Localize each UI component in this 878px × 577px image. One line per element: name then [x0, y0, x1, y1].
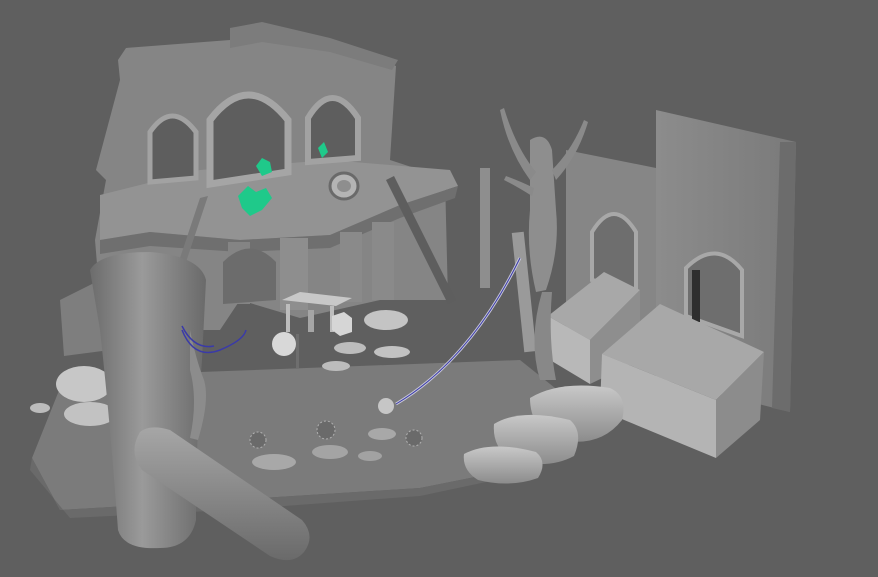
round-clock[interactable]: [328, 171, 360, 201]
3d-viewport[interactable]: [0, 0, 878, 577]
rope-weight[interactable]: [378, 398, 394, 414]
lantern[interactable]: [272, 332, 299, 368]
scene-canvas[interactable]: [0, 0, 878, 577]
small-cube[interactable]: [332, 312, 352, 336]
